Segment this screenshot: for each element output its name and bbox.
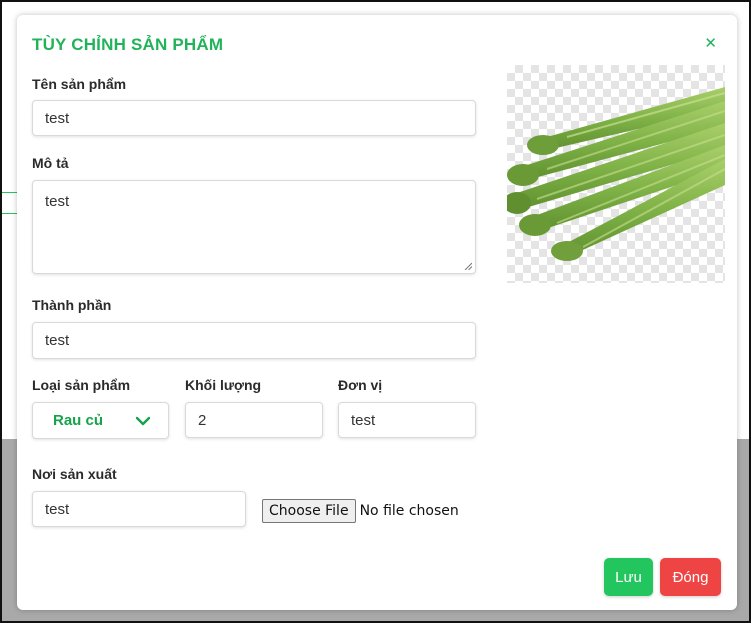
chevron-down-icon xyxy=(136,416,150,425)
save-button[interactable]: Lưu xyxy=(604,558,653,596)
origin-label: Nơi sản xuất xyxy=(32,466,117,482)
description-label: Mô tả xyxy=(32,155,69,171)
unit-input[interactable]: test xyxy=(338,402,476,438)
modal-title: TÙY CHỈNH SẢN PHẨM xyxy=(32,35,224,54)
description-textarea[interactable]: test xyxy=(32,180,476,274)
close-icon[interactable]: ✕ xyxy=(704,36,717,52)
choose-file-button[interactable]: Choose File xyxy=(262,499,356,523)
file-status-text: No file chosen xyxy=(359,503,459,519)
product-name-label: Tên sản phẩm xyxy=(32,76,127,92)
asparagus-image xyxy=(503,87,726,261)
product-name-input[interactable]: test xyxy=(32,100,476,136)
edit-product-modal: TÙY CHỈNH SẢN PHẨM ✕ Tên sản phẩm test M… xyxy=(17,15,737,610)
origin-input[interactable]: test xyxy=(32,491,246,527)
file-upload: Choose File No file chosen xyxy=(262,499,459,523)
background-divider xyxy=(2,192,18,193)
description-text: test xyxy=(45,193,70,210)
category-select[interactable]: Rau củ xyxy=(32,402,169,439)
screenshot-frame: TÙY CHỈNH SẢN PHẨM ✕ Tên sản phẩm test M… xyxy=(0,0,751,623)
ingredients-label: Thành phần xyxy=(32,297,112,313)
background-divider xyxy=(2,213,18,214)
category-label: Loại sản phẩm xyxy=(32,377,131,393)
category-selected-value: Rau củ xyxy=(53,412,104,429)
weight-input[interactable]: 2 xyxy=(185,402,323,438)
unit-label: Đơn vị xyxy=(338,377,383,393)
close-button[interactable]: Đóng xyxy=(660,558,721,596)
resize-handle-icon[interactable] xyxy=(464,262,472,270)
ingredients-input[interactable]: test xyxy=(32,322,476,359)
product-image xyxy=(503,65,726,283)
weight-label: Khối lượng xyxy=(185,377,262,393)
